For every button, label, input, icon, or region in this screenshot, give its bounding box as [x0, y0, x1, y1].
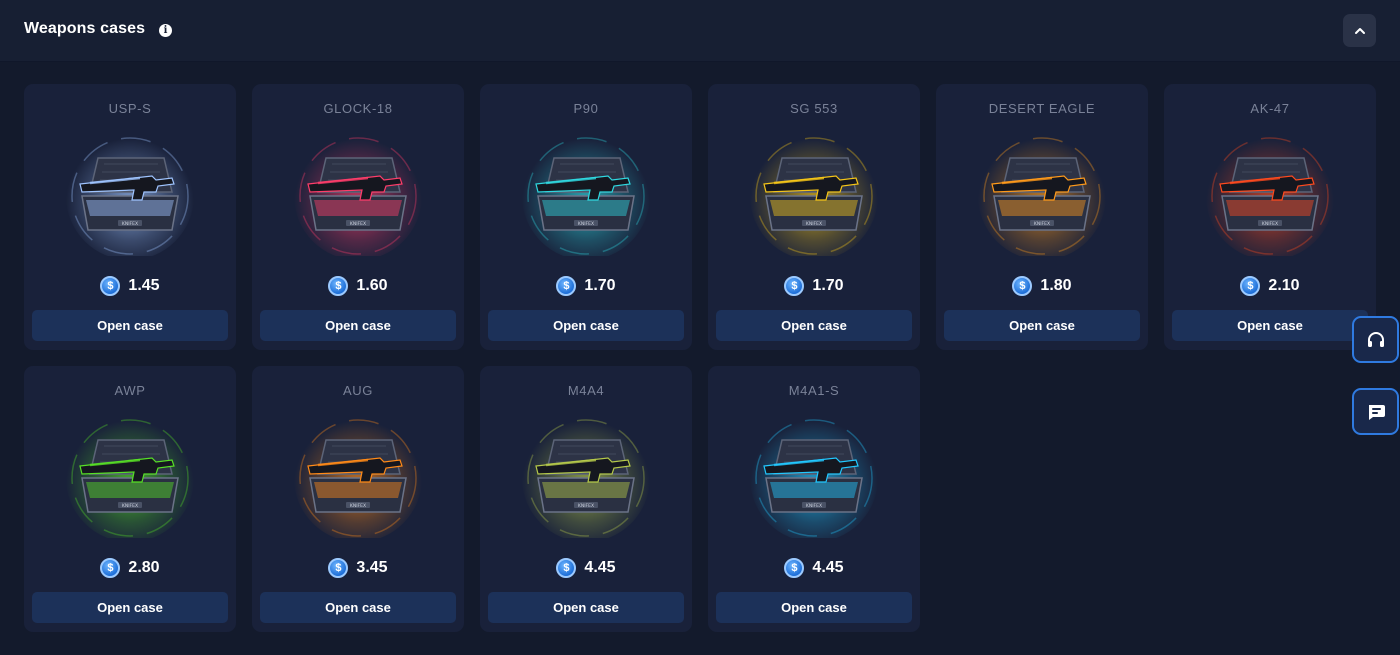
coin-icon: $ [1012, 276, 1033, 296]
case-price: 3.45 [356, 559, 388, 576]
svg-text:KNIFEX: KNIFEX [350, 503, 366, 509]
price-row: $ 2.10 [1164, 276, 1376, 296]
chat-icon [1368, 404, 1385, 420]
open-case-button[interactable]: Open case [260, 592, 456, 623]
case-image: KNIFEX [750, 414, 878, 538]
open-case-button[interactable]: Open case [32, 310, 228, 341]
price-row: $ 1.70 [480, 276, 692, 296]
case-image: KNIFEX [750, 132, 878, 256]
svg-text:KNIFEX: KNIFEX [122, 221, 138, 227]
case-card[interactable]: P90 KNIFEX $ 1.70 Open case [480, 84, 692, 350]
open-case-button[interactable]: Open case [944, 310, 1140, 341]
case-image: KNIFEX [66, 414, 194, 538]
coin-icon: $ [556, 558, 577, 578]
case-image: KNIFEX [978, 132, 1106, 256]
svg-text:KNIFEX: KNIFEX [1262, 221, 1278, 227]
case-name: P90 [573, 101, 599, 116]
coin-icon: $ [100, 558, 121, 578]
case-name: USP-S [108, 101, 152, 116]
case-card[interactable]: USP-S KNIFEX $ 1.45 Open case [24, 84, 236, 350]
case-price: 4.45 [584, 559, 616, 576]
case-price: 4.45 [812, 559, 844, 576]
price-row: $ 4.45 [708, 558, 920, 578]
open-case-button[interactable]: Open case [260, 310, 456, 341]
support-button[interactable] [1352, 316, 1399, 363]
case-image: KNIFEX [66, 132, 194, 256]
case-image: KNIFEX [1206, 132, 1334, 256]
chat-button[interactable] [1352, 388, 1399, 435]
case-name: M4A1-S [788, 383, 840, 398]
price-row: $ 4.45 [480, 558, 692, 578]
price-row: $ 3.45 [252, 558, 464, 578]
case-image: KNIFEX [294, 132, 422, 256]
case-price: 1.60 [356, 277, 388, 294]
coin-icon: $ [328, 558, 349, 578]
case-name: AK-47 [1250, 101, 1290, 116]
open-case-button[interactable]: Open case [716, 310, 912, 341]
case-name: AUG [343, 383, 373, 398]
case-image: KNIFEX [522, 414, 650, 538]
svg-text:KNIFEX: KNIFEX [1034, 221, 1050, 227]
open-case-button[interactable]: Open case [488, 592, 684, 623]
case-image: KNIFEX [294, 414, 422, 538]
headset-icon [1367, 331, 1384, 347]
case-card[interactable]: M4A1-S KNIFEX $ 4.45 Open case [708, 366, 920, 632]
coin-icon: $ [556, 276, 577, 296]
case-card[interactable]: AUG KNIFEX $ 3.45 Open case [252, 366, 464, 632]
coin-icon: $ [328, 276, 349, 296]
svg-text:KNIFEX: KNIFEX [806, 221, 822, 227]
case-card[interactable]: DESERT EAGLE KNIFEX $ 1.80 Open case [936, 84, 1148, 350]
case-card[interactable]: GLOCK-18 KNIFEX $ 1.60 Open case [252, 84, 464, 350]
coin-icon: $ [100, 276, 121, 296]
case-name: DESERT EAGLE [988, 101, 1096, 116]
chevron-up-icon [1354, 27, 1365, 34]
svg-text:KNIFEX: KNIFEX [806, 503, 822, 509]
case-name: M4A4 [567, 383, 605, 398]
svg-text:KNIFEX: KNIFEX [578, 503, 594, 509]
coin-icon: $ [784, 558, 805, 578]
case-price: 1.80 [1040, 277, 1072, 294]
price-row: $ 2.80 [24, 558, 236, 578]
open-case-button[interactable]: Open case [488, 310, 684, 341]
case-name: AWP [114, 383, 146, 398]
svg-text:KNIFEX: KNIFEX [578, 221, 594, 227]
price-row: $ 1.70 [708, 276, 920, 296]
case-price: 2.80 [128, 559, 160, 576]
case-image: KNIFEX [522, 132, 650, 256]
open-case-button[interactable]: Open case [1172, 310, 1368, 341]
case-price: 1.45 [128, 277, 160, 294]
case-card[interactable]: M4A4 KNIFEX $ 4.45 Open case [480, 366, 692, 632]
collapse-button[interactable] [1343, 14, 1376, 47]
price-row: $ 1.60 [252, 276, 464, 296]
case-name: GLOCK-18 [323, 101, 393, 116]
coin-icon: $ [1240, 276, 1261, 296]
coin-icon: $ [784, 276, 805, 296]
case-name: SG 553 [790, 101, 838, 116]
price-row: $ 1.80 [936, 276, 1148, 296]
case-price: 1.70 [812, 277, 844, 294]
case-price: 1.70 [584, 277, 616, 294]
svg-text:KNIFEX: KNIFEX [350, 221, 366, 227]
case-card[interactable]: SG 553 KNIFEX $ 1.70 Open case [708, 84, 920, 350]
case-card[interactable]: AWP KNIFEX $ 2.80 Open case [24, 366, 236, 632]
case-card[interactable]: AK-47 KNIFEX $ 2.10 Open case [1164, 84, 1376, 350]
section-title: Weapons cases [24, 20, 146, 37]
section-header: Weapons cases i [0, 0, 1400, 62]
open-case-button[interactable]: Open case [32, 592, 228, 623]
svg-text:KNIFEX: KNIFEX [122, 503, 138, 509]
open-case-button[interactable]: Open case [716, 592, 912, 623]
price-row: $ 1.45 [24, 276, 236, 296]
case-price: 2.10 [1268, 277, 1300, 294]
info-icon[interactable]: i [159, 24, 172, 37]
